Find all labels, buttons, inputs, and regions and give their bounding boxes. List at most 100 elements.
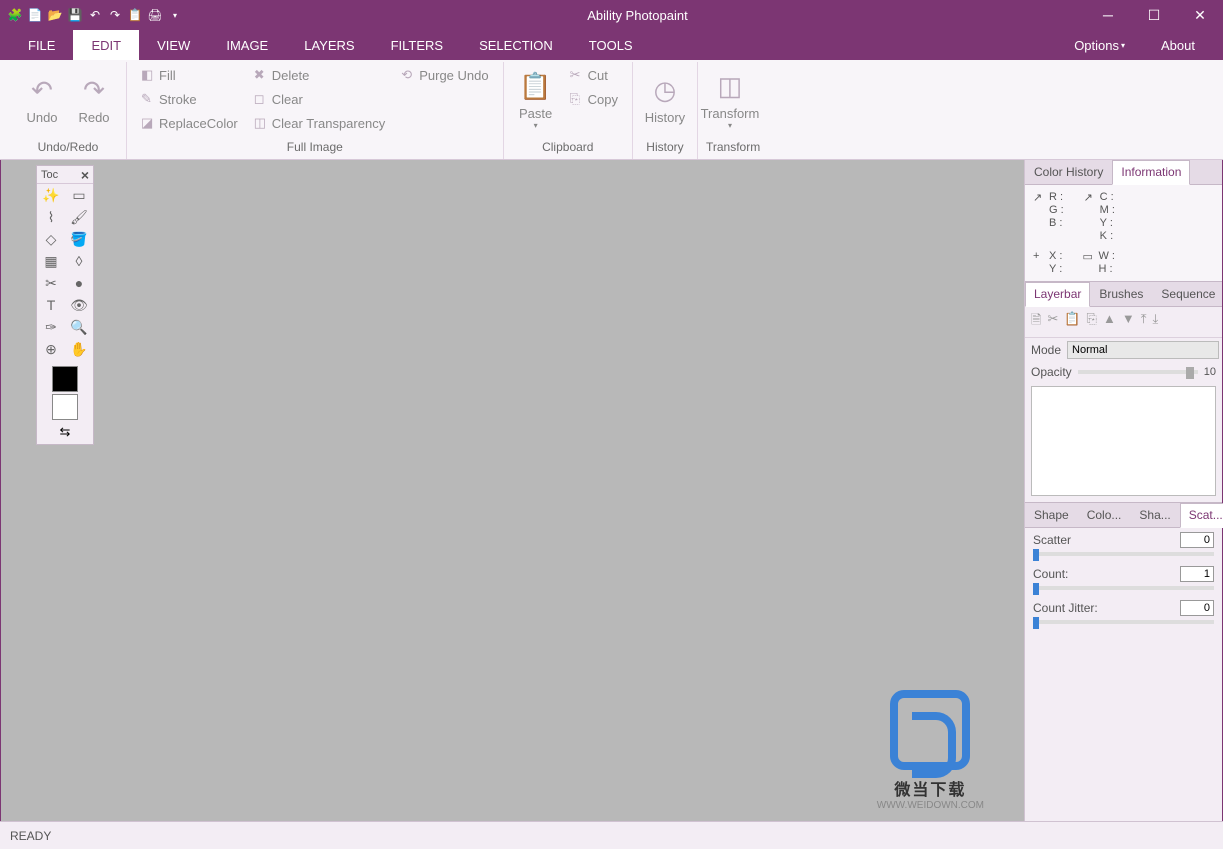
qa-redo-icon[interactable]: ↷	[106, 6, 124, 24]
menu-selection[interactable]: SELECTION	[461, 30, 571, 60]
count-label: Count:	[1033, 567, 1068, 581]
qa-open-icon[interactable]: 📂	[46, 6, 64, 24]
transform-button[interactable]: ◫Transform▾	[706, 64, 754, 136]
menu-file[interactable]: FILE	[10, 30, 73, 60]
tool-zoom[interactable]: 🔍	[65, 316, 93, 338]
qa-undo-icon[interactable]: ↶	[86, 6, 104, 24]
layer-paste-icon[interactable]: 📋	[1064, 311, 1080, 333]
jitter-slider[interactable]	[1033, 620, 1214, 624]
tool-hand[interactable]: ✋	[65, 338, 93, 360]
redo-button[interactable]: ↷Redo	[70, 64, 118, 136]
tab-brushes[interactable]: Brushes	[1090, 282, 1152, 306]
delete-button[interactable]: ✖Delete	[248, 64, 391, 86]
tools-panel-close-icon[interactable]: ×	[81, 167, 89, 183]
foreground-color-swatch[interactable]	[52, 366, 78, 392]
scatter-slider[interactable]	[1033, 552, 1214, 556]
cut-button[interactable]: ✂Cut	[564, 64, 624, 86]
scatter-input[interactable]	[1180, 532, 1214, 548]
background-color-swatch[interactable]	[52, 394, 78, 420]
group-label-undoredo: Undo/Redo	[18, 140, 118, 157]
menu-tools[interactable]: TOOLS	[571, 30, 651, 60]
paste-button[interactable]: 📋Paste▾	[512, 64, 560, 136]
menu-image[interactable]: IMAGE	[208, 30, 286, 60]
maximize-button[interactable]: ☐	[1131, 0, 1177, 30]
info-panel-body: ↗R :G :B : ↗C :M :Y :K : +X :Y : ▭W :H :	[1025, 185, 1222, 281]
tools-panel-header[interactable]: Toc ×	[37, 166, 93, 184]
info-y2: Y :	[1049, 263, 1062, 275]
tool-shape[interactable]: ◇	[37, 228, 65, 250]
tab-colo[interactable]: Colo...	[1078, 503, 1131, 527]
copy-button[interactable]: ⎘Copy	[564, 88, 624, 110]
tool-eraser[interactable]: ◊	[65, 250, 93, 272]
layer-new-icon[interactable]: 🗎	[1031, 311, 1041, 333]
menu-layers[interactable]: LAYERS	[286, 30, 372, 60]
qa-print-icon[interactable]: 🖨	[146, 6, 164, 24]
watermark-text1: 微当下载	[877, 776, 984, 800]
qa-save-icon[interactable]: 💾	[66, 6, 84, 24]
undo-icon: ↶	[31, 75, 53, 106]
group-label-fullimage: Full Image	[135, 140, 495, 157]
tab-information[interactable]: Information	[1112, 160, 1190, 185]
menu-filters[interactable]: FILTERS	[373, 30, 462, 60]
swap-colors-icon[interactable]: ⇆	[37, 424, 93, 444]
layer-up-icon[interactable]: ▲	[1103, 311, 1116, 333]
cleartransp-button[interactable]: ◫Clear Transparency	[248, 112, 391, 134]
copy-icon: ⎘	[570, 91, 584, 107]
count-input[interactable]	[1180, 566, 1214, 582]
fill-button[interactable]: ◧Fill	[135, 64, 244, 86]
qa-paste-icon[interactable]: 📋	[126, 6, 144, 24]
tool-eye[interactable]: 👁	[65, 294, 93, 316]
scatter-label: Scatter	[1033, 533, 1071, 547]
tool-bucket[interactable]: 🪣	[65, 228, 93, 250]
opacity-slider[interactable]	[1078, 370, 1198, 374]
minimize-button[interactable]: ─	[1085, 0, 1131, 30]
canvas-area[interactable]: Toc × ✨ ▭ ⌇ 🖌 ◇ 🪣 ▦ ◊ ✂ ● T 👁 ✑ 🔍 ⊕ ✋	[0, 160, 1024, 821]
cut-icon: ✂	[570, 67, 584, 83]
layer-top-icon[interactable]: ⤒	[1141, 311, 1147, 333]
crosshair-icon: +	[1033, 250, 1045, 262]
close-button[interactable]: ✕	[1177, 0, 1223, 30]
menu-view[interactable]: VIEW	[139, 30, 208, 60]
tool-text[interactable]: T	[37, 294, 65, 316]
layer-copy-icon[interactable]: ⎘	[1087, 311, 1097, 333]
redo-icon: ↷	[83, 75, 105, 106]
tab-scat[interactable]: Scat...	[1180, 503, 1223, 528]
tools-panel-title: Toc	[41, 169, 58, 181]
qa-new-icon[interactable]: 📄	[26, 6, 44, 24]
layer-down-icon[interactable]: ▼	[1122, 311, 1135, 333]
tool-wand[interactable]: ✨	[37, 184, 65, 206]
tab-layerbar[interactable]: Layerbar	[1025, 282, 1090, 307]
layer-cut-icon[interactable]: ✂	[1047, 311, 1058, 333]
tool-blur[interactable]: ●	[65, 272, 93, 294]
menu-about[interactable]: About	[1143, 30, 1213, 60]
purgeundo-button[interactable]: ⟲Purge Undo	[395, 64, 494, 86]
menu-options[interactable]: Options▾	[1056, 30, 1143, 60]
stroke-button[interactable]: ✎Stroke	[135, 88, 244, 110]
tab-sha[interactable]: Sha...	[1130, 503, 1179, 527]
tool-stamp[interactable]: ⊕	[37, 338, 65, 360]
qa-dropdown-icon[interactable]: ▾	[166, 6, 184, 24]
tab-shape[interactable]: Shape	[1025, 503, 1078, 527]
clear-button[interactable]: ◻Clear	[248, 88, 391, 110]
undo-button[interactable]: ↶Undo	[18, 64, 66, 136]
layer-bottom-icon[interactable]: ⤓	[1152, 311, 1158, 333]
clear-icon: ◻	[254, 91, 268, 107]
tab-color-history[interactable]: Color History	[1025, 160, 1112, 184]
jitter-input[interactable]	[1180, 600, 1214, 616]
history-button[interactable]: ◷History	[641, 64, 689, 136]
mode-select[interactable]	[1067, 341, 1219, 359]
tab-sequence[interactable]: Sequence	[1152, 282, 1223, 306]
tool-crop[interactable]: ✂	[37, 272, 65, 294]
tool-marquee[interactable]: ▭	[65, 184, 93, 206]
qa-app-icon[interactable]: 🧩	[6, 6, 24, 24]
tool-brush[interactable]: 🖌	[65, 206, 93, 228]
count-slider[interactable]	[1033, 586, 1214, 590]
layer-list[interactable]	[1031, 386, 1216, 496]
tool-select[interactable]: ▦	[37, 250, 65, 272]
menubar: FILE EDIT VIEW IMAGE LAYERS FILTERS SELE…	[0, 30, 1223, 60]
menu-edit[interactable]: EDIT	[73, 30, 139, 60]
replacecolor-button[interactable]: ◪ReplaceColor	[135, 112, 244, 134]
right-panels: Color History Information ↗R :G :B : ↗C …	[1024, 160, 1223, 821]
tool-lasso[interactable]: ⌇	[37, 206, 65, 228]
tool-eyedropper[interactable]: ✑	[37, 316, 65, 338]
